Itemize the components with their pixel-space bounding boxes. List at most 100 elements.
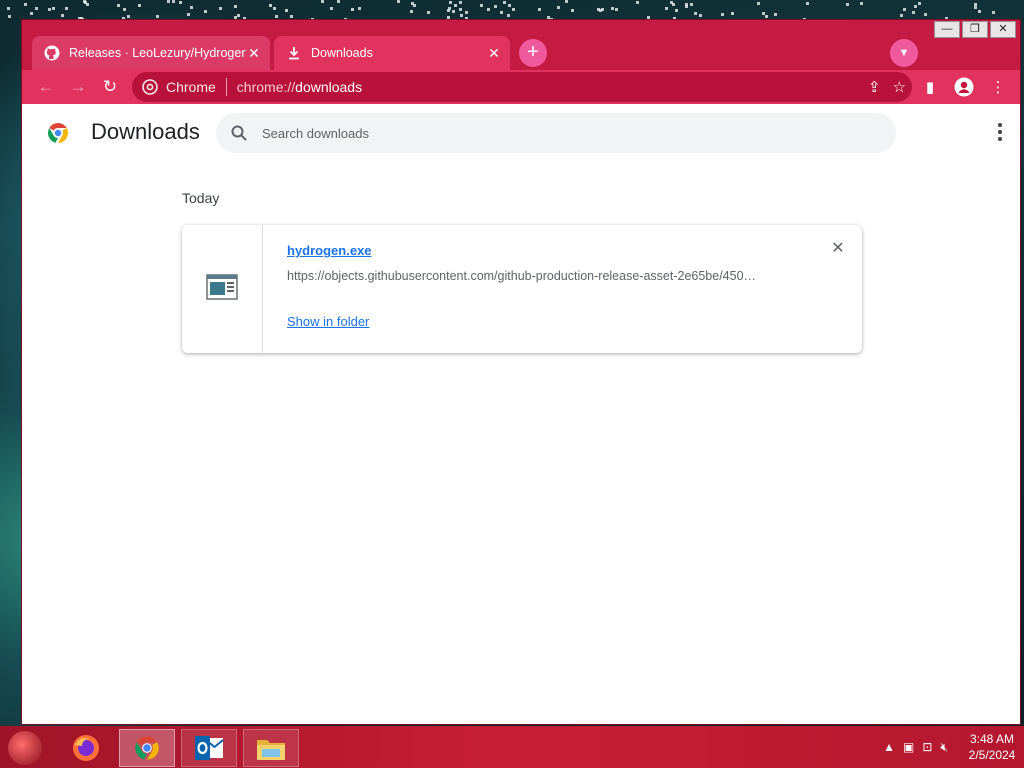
system-tray: ▲ ▣ ⊡ 🔇︎ 3:48 AM 2/5/2024	[879, 726, 1024, 768]
confetti-speck	[774, 13, 777, 16]
confetti-speck	[351, 8, 354, 11]
confetti-speck	[565, 0, 568, 3]
confetti-speck	[413, 4, 416, 7]
confetti-speck	[290, 15, 293, 18]
omnibox-divider	[225, 78, 227, 96]
share-icon[interactable]: ⇪	[868, 78, 881, 96]
confetti-speck	[167, 0, 170, 3]
download-item: hydrogen.exe https://objects.githubuserc…	[182, 225, 862, 353]
confetti-speck	[665, 7, 668, 10]
reload-icon[interactable]: ↻	[98, 75, 122, 99]
confetti-speck	[557, 6, 560, 9]
confetti-speck	[636, 1, 639, 4]
side-panel-icon[interactable]: ▮	[918, 75, 942, 99]
confetti-speck	[285, 9, 288, 12]
confetti-speck	[459, 1, 462, 4]
address-bar[interactable]: Chrome chrome://downloads ⇪ ☆	[132, 72, 912, 102]
confetti-speck	[500, 11, 503, 14]
file-explorer-icon[interactable]	[243, 729, 299, 767]
tab-downloads[interactable]: Downloads ✕	[274, 36, 510, 70]
confetti-speck	[765, 15, 768, 18]
confetti-speck	[410, 10, 413, 13]
url-host: downloads	[295, 79, 363, 95]
more-actions-icon[interactable]	[988, 120, 1012, 144]
confetti-speck	[337, 0, 340, 3]
outlook-icon[interactable]	[181, 729, 237, 767]
back-arrow-icon[interactable]: ←	[34, 75, 58, 99]
file-icon-container	[182, 225, 263, 353]
toolbar: ← → ↻ Chrome chrome://downloads ⇪ ☆ ▮ ⋮	[22, 70, 1020, 104]
confetti-speck	[172, 0, 175, 3]
confetti-speck	[757, 2, 760, 5]
confetti-speck	[452, 10, 455, 13]
minimize-button[interactable]: —	[934, 21, 960, 38]
confetti-speck	[48, 8, 51, 11]
clock-date: 2/5/2024	[968, 748, 1016, 762]
new-tab-button[interactable]: +	[519, 39, 547, 67]
clock[interactable]: 3:48 AM 2/5/2024	[960, 731, 1024, 763]
confetti-speck	[611, 7, 614, 10]
confetti-speck	[675, 9, 678, 12]
confetti-speck	[321, 0, 324, 3]
confetti-speck	[465, 11, 468, 14]
confetti-speck	[992, 11, 995, 14]
close-tab-icon[interactable]: ✕	[246, 45, 262, 61]
remove-item-close-icon[interactable]: ✕	[830, 241, 846, 257]
downloads-page: Downloads Today	[22, 104, 1020, 724]
show-hidden-icons-icon[interactable]: ▲	[883, 740, 895, 754]
tab-search-chevron-icon[interactable]: ▼	[890, 39, 918, 67]
tab-title: Releases · LeoLezury/Hydrogen	[69, 46, 246, 60]
confetti-speck	[914, 5, 917, 8]
confetti-speck	[52, 7, 55, 10]
executable-file-icon	[206, 273, 238, 305]
chrome-site-icon	[142, 79, 158, 95]
confetti-speck	[138, 4, 141, 7]
show-in-folder-link[interactable]: Show in folder	[287, 314, 369, 329]
confetti-speck	[699, 14, 702, 17]
search-icon	[230, 124, 248, 142]
confetti-speck	[860, 2, 863, 5]
taskbar: ▲ ▣ ⊡ 🔇︎ 3:48 AM 2/5/2024	[0, 726, 1024, 768]
confetti-speck	[7, 7, 10, 10]
confetti-speck	[61, 14, 64, 17]
search-bar[interactable]	[216, 113, 896, 153]
confetti-speck	[690, 3, 693, 6]
start-button-icon[interactable]	[8, 731, 42, 765]
confetti-speck	[538, 8, 541, 11]
confetti-speck	[480, 4, 483, 7]
forward-arrow-icon[interactable]: →	[66, 75, 90, 99]
search-input[interactable]	[262, 125, 862, 141]
confetti-speck	[508, 4, 511, 7]
confetti-speck	[123, 8, 126, 11]
chrome-window: — ❐ ✕ Releases · LeoLezury/Hydrogen ✕ Do…	[21, 19, 1021, 725]
network-icon[interactable]: ⊡	[922, 740, 932, 754]
chrome-icon[interactable]	[119, 729, 175, 767]
confetti-speck	[454, 4, 457, 7]
confetti-speck	[127, 15, 130, 18]
bookmark-star-icon[interactable]: ☆	[893, 78, 906, 96]
close-tab-icon[interactable]: ✕	[486, 45, 502, 61]
url-scheme: chrome://	[236, 79, 296, 95]
confetti-speck	[846, 3, 849, 6]
confetti-speck	[672, 3, 675, 6]
confetti-speck	[397, 0, 400, 3]
toolbar-right: ▮ ⋮	[918, 75, 1010, 99]
chrome-menu-icon[interactable]: ⋮	[986, 75, 1010, 99]
page-title: Downloads	[91, 119, 200, 144]
confetti-speck	[512, 8, 515, 11]
close-window-button[interactable]: ✕	[990, 21, 1016, 38]
file-name-link[interactable]: hydrogen.exe	[287, 243, 372, 258]
confetti-speck	[237, 14, 240, 17]
confetti-speck	[427, 11, 430, 14]
confetti-speck	[30, 12, 33, 15]
confetti-speck	[459, 8, 462, 11]
action-center-icon[interactable]: ▣	[903, 740, 914, 754]
firefox-icon[interactable]	[58, 729, 114, 767]
confetti-speck	[190, 6, 193, 9]
confetti-speck	[912, 11, 915, 14]
confetti-speck	[8, 15, 11, 18]
restore-button[interactable]: ❐	[962, 21, 988, 38]
tab-releases[interactable]: Releases · LeoLezury/Hydrogen ✕	[32, 36, 270, 70]
volume-muted-icon[interactable]: 🔇︎	[940, 740, 948, 755]
profile-avatar-icon[interactable]	[952, 75, 976, 99]
